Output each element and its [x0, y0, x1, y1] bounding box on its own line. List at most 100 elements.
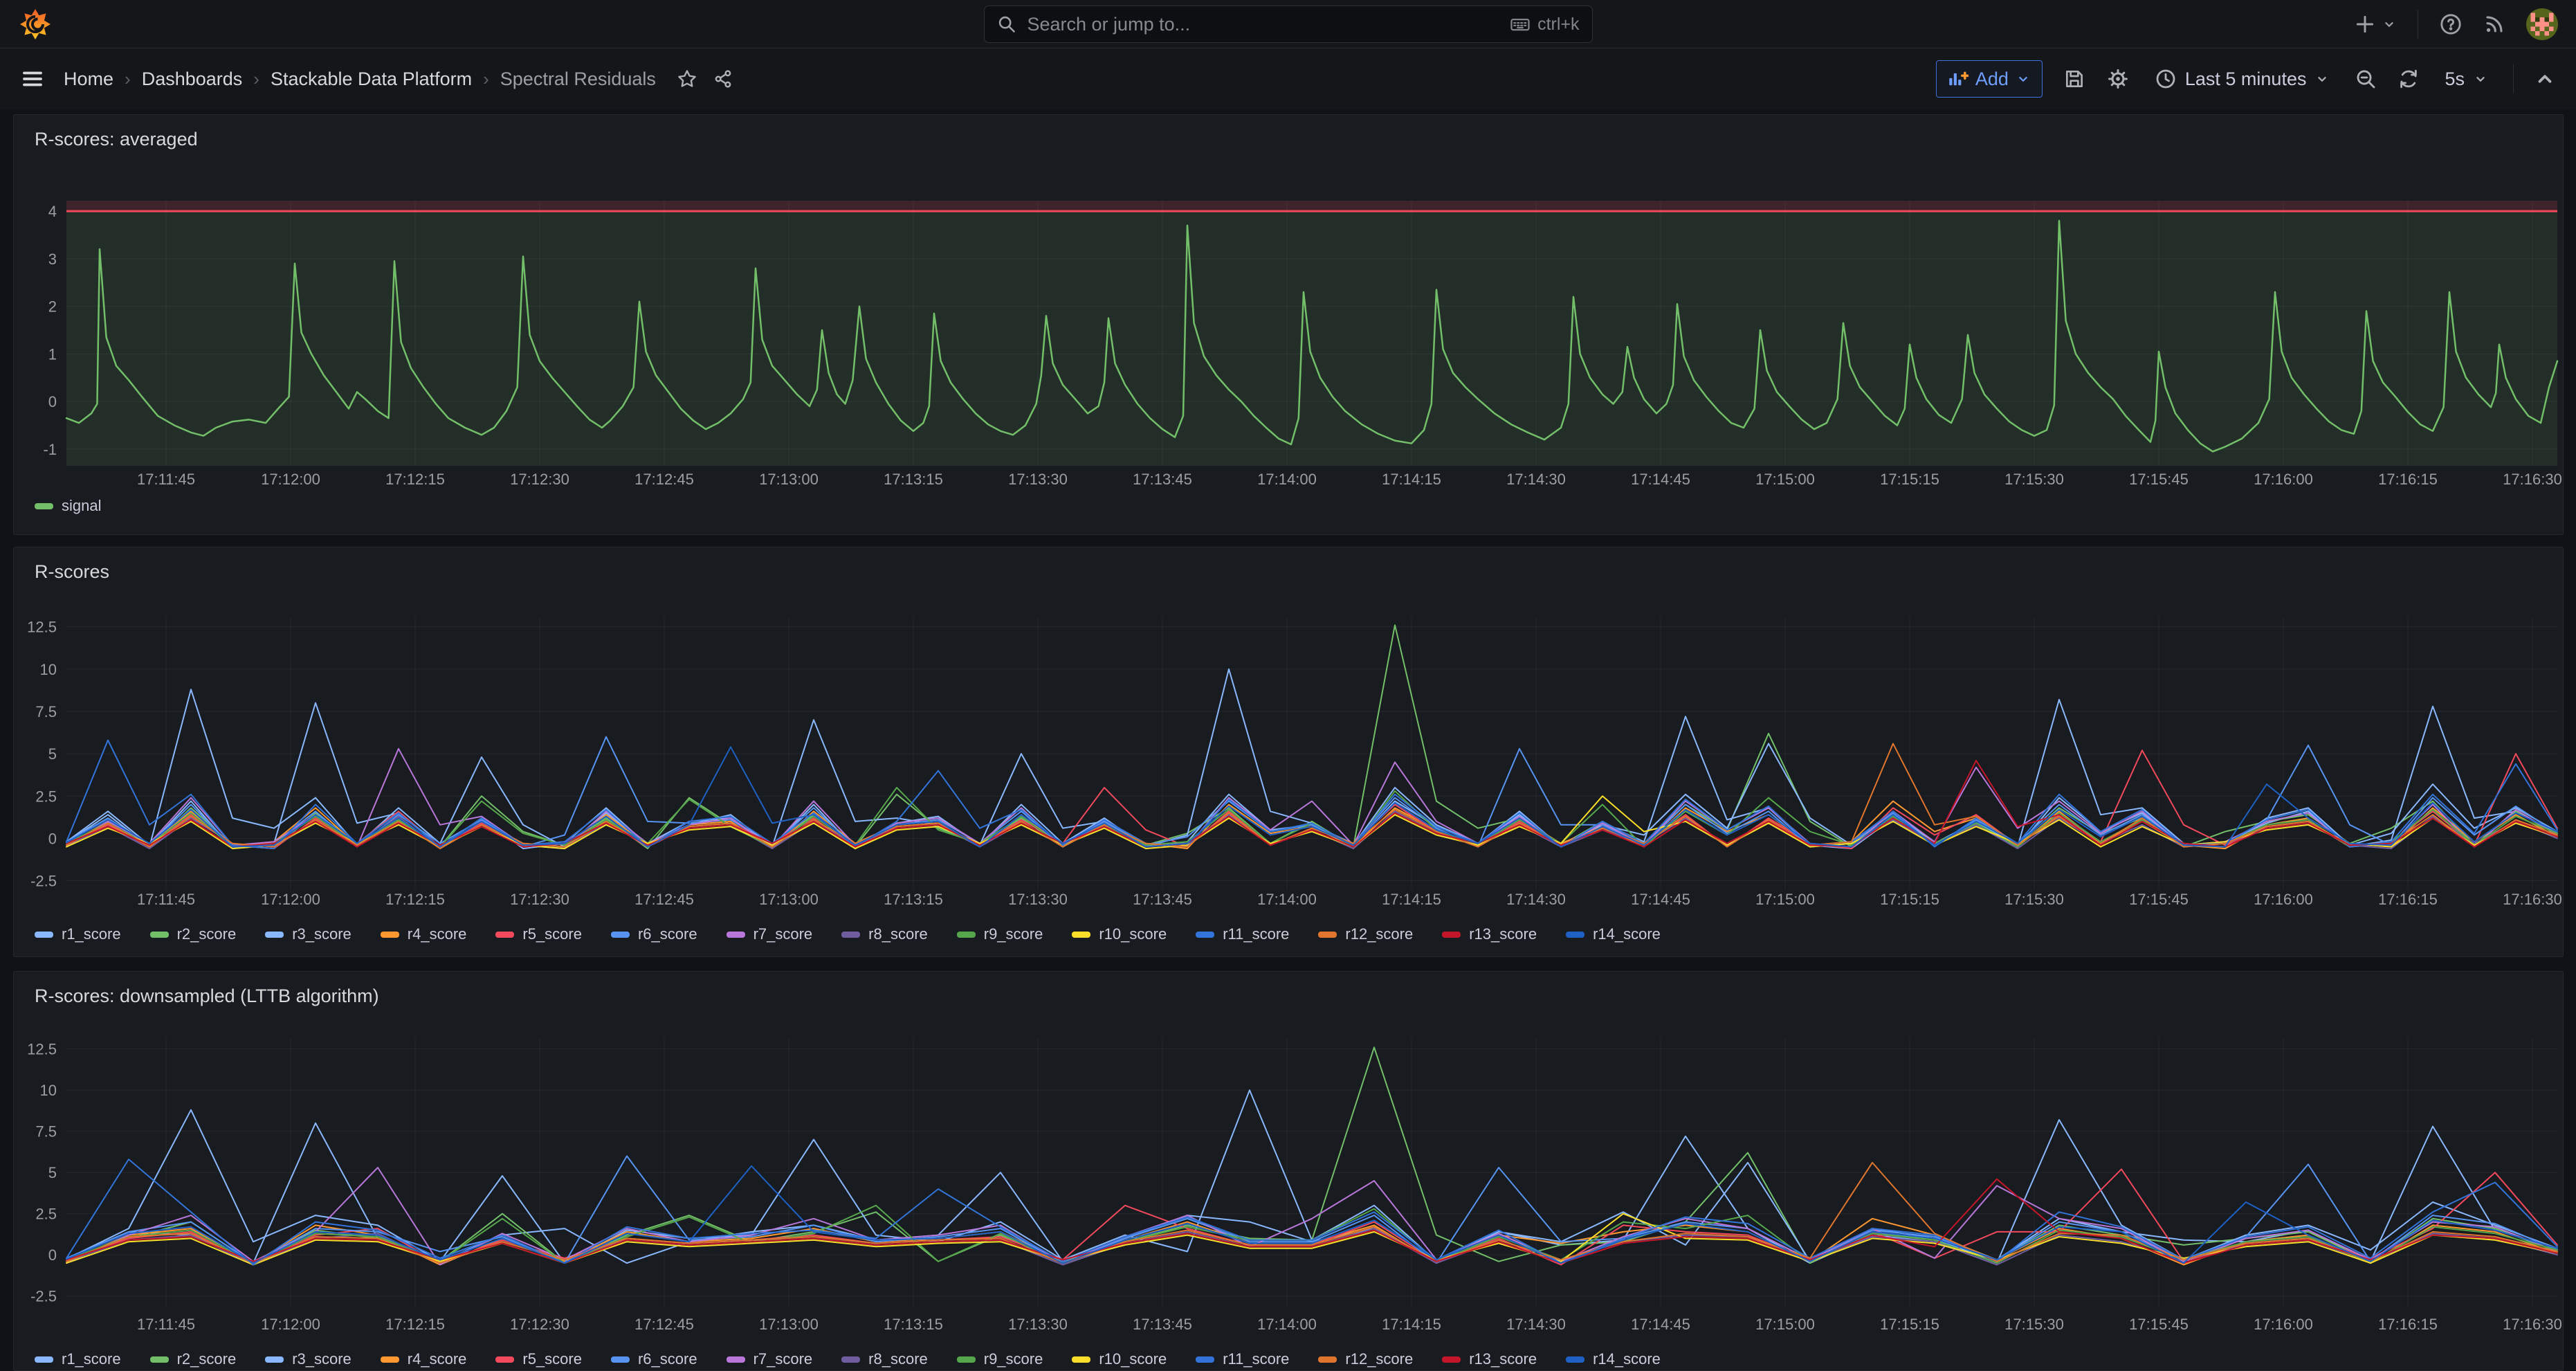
- legend-label: r7_score: [753, 925, 813, 943]
- legend-label: r6_score: [638, 925, 697, 943]
- legend-item[interactable]: r14_score: [1566, 1350, 1661, 1368]
- svg-text:17:12:30: 17:12:30: [510, 891, 569, 908]
- svg-text:7.5: 7.5: [35, 1123, 57, 1141]
- legend-item[interactable]: r11_score: [1196, 925, 1289, 943]
- legend-item[interactable]: r14_score: [1566, 925, 1661, 943]
- search-icon: [997, 15, 1016, 34]
- legend-item[interactable]: r11_score: [1196, 1350, 1289, 1368]
- legend-color-pill: [35, 932, 53, 938]
- panel-title[interactable]: R-scores: downsampled (LTTB algorithm): [35, 986, 379, 1007]
- svg-text:17:15:15: 17:15:15: [1880, 891, 1939, 908]
- help-button[interactable]: [2439, 12, 2463, 36]
- legend-color-pill: [35, 503, 53, 509]
- chevron-down-icon: [2314, 71, 2330, 87]
- legend-label: r4_score: [408, 925, 467, 943]
- favorite-button[interactable]: [677, 69, 697, 89]
- legend-item[interactable]: r5_score: [495, 925, 582, 943]
- search-shortcut: ctrl+k: [1510, 14, 1579, 35]
- legend-item[interactable]: r4_score: [381, 925, 467, 943]
- legend-item[interactable]: r13_score: [1442, 1350, 1537, 1368]
- svg-text:17:13:00: 17:13:00: [759, 891, 819, 908]
- legend-color-pill: [611, 932, 630, 938]
- legend-item[interactable]: r13_score: [1442, 925, 1537, 943]
- svg-text:12.5: 12.5: [27, 619, 57, 636]
- legend-item[interactable]: r1_score: [35, 925, 121, 943]
- legend-label: r1_score: [62, 1350, 121, 1368]
- grafana-logo-icon[interactable]: [18, 7, 53, 42]
- svg-text:17:14:30: 17:14:30: [1506, 1316, 1566, 1333]
- panel-title[interactable]: R-scores: [35, 561, 109, 583]
- legend-item[interactable]: r8_score: [841, 1350, 928, 1368]
- legend-item[interactable]: r12_score: [1318, 1350, 1413, 1368]
- add-button[interactable]: Add: [1936, 60, 2043, 98]
- legend-item[interactable]: r3_score: [265, 925, 351, 943]
- time-series-plot[interactable]: 17:11:4517:12:0017:12:1517:12:3017:12:45…: [14, 115, 2563, 534]
- legend-item[interactable]: r5_score: [495, 1350, 582, 1368]
- svg-text:17:15:00: 17:15:00: [1755, 471, 1815, 488]
- user-avatar[interactable]: [2526, 8, 2558, 40]
- panel-title[interactable]: R-scores: averaged: [35, 129, 198, 150]
- svg-text:4: 4: [48, 203, 57, 220]
- legend-item[interactable]: r9_score: [957, 925, 1043, 943]
- legend-label: r9_score: [984, 1350, 1043, 1368]
- legend-item[interactable]: r4_score: [381, 1350, 467, 1368]
- svg-text:10: 10: [40, 661, 57, 678]
- legend-item[interactable]: r8_score: [841, 925, 928, 943]
- svg-text:17:13:00: 17:13:00: [759, 1316, 819, 1333]
- legend-item[interactable]: r6_score: [611, 1350, 697, 1368]
- svg-text:17:13:00: 17:13:00: [759, 471, 819, 488]
- legend-item[interactable]: r12_score: [1318, 925, 1413, 943]
- share-button[interactable]: [713, 69, 733, 89]
- legend-item[interactable]: r1_score: [35, 1350, 121, 1368]
- zoom-out-button[interactable]: [2355, 68, 2377, 90]
- legend-item[interactable]: r7_score: [727, 925, 813, 943]
- legend-item[interactable]: r10_score: [1072, 925, 1167, 943]
- legend-item[interactable]: r2_score: [150, 1350, 237, 1368]
- star-icon: [677, 69, 697, 89]
- legend-label: signal: [62, 497, 101, 515]
- svg-text:17:14:00: 17:14:00: [1257, 1316, 1317, 1333]
- search-input[interactable]: [1026, 13, 1501, 36]
- legend-color-pill: [265, 1356, 284, 1363]
- gear-icon: [2106, 67, 2130, 91]
- legend-color-pill: [1196, 932, 1214, 938]
- svg-text:1: 1: [48, 345, 57, 363]
- legend-item[interactable]: r2_score: [150, 925, 237, 943]
- menu-button[interactable]: [21, 67, 44, 91]
- svg-text:7.5: 7.5: [35, 703, 57, 720]
- dashboard-settings-button[interactable]: [2106, 67, 2130, 91]
- svg-text:17:15:45: 17:15:45: [2129, 471, 2189, 488]
- svg-text:17:15:45: 17:15:45: [2129, 1316, 2189, 1333]
- time-range-picker[interactable]: Last 5 minutes: [2150, 67, 2335, 91]
- new-item-button[interactable]: [2354, 13, 2397, 35]
- breadcrumb-dashboards[interactable]: Dashboards: [142, 69, 243, 90]
- svg-text:17:12:45: 17:12:45: [634, 891, 694, 908]
- svg-text:0: 0: [48, 830, 57, 847]
- legend-item[interactable]: r3_score: [265, 1350, 351, 1368]
- collapse-toolbar-button[interactable]: [2534, 69, 2555, 89]
- time-series-plot[interactable]: 17:11:4517:12:0017:12:1517:12:3017:12:45…: [14, 972, 2563, 1370]
- search-bar[interactable]: ctrl+k: [984, 6, 1593, 43]
- legend-item[interactable]: r9_score: [957, 1350, 1043, 1368]
- plus-icon: [2354, 13, 2376, 35]
- time-series-plot[interactable]: 17:11:4517:12:0017:12:1517:12:3017:12:45…: [14, 547, 2563, 956]
- refresh-button[interactable]: [2397, 68, 2420, 90]
- legend-item[interactable]: r10_score: [1072, 1350, 1167, 1368]
- svg-text:10: 10: [40, 1082, 57, 1099]
- legend-color-pill: [1442, 1356, 1461, 1363]
- legend-label: r5_score: [522, 925, 582, 943]
- legend-item[interactable]: signal: [35, 497, 101, 515]
- legend-item[interactable]: r7_score: [727, 1350, 813, 1368]
- rss-icon: [2483, 13, 2505, 35]
- svg-text:17:11:45: 17:11:45: [137, 471, 195, 488]
- legend-color-pill: [495, 932, 514, 938]
- breadcrumb-home[interactable]: Home: [64, 69, 113, 90]
- legend-item[interactable]: r6_score: [611, 925, 697, 943]
- save-dashboard-button[interactable]: [2063, 68, 2085, 90]
- breadcrumb-folder[interactable]: Stackable Data Platform: [271, 69, 472, 90]
- question-circle-icon: [2439, 12, 2463, 36]
- legend-color-pill: [1566, 1356, 1584, 1363]
- news-button[interactable]: [2483, 13, 2505, 35]
- svg-text:17:13:15: 17:13:15: [884, 471, 943, 488]
- refresh-interval-picker[interactable]: 5s: [2440, 68, 2492, 91]
